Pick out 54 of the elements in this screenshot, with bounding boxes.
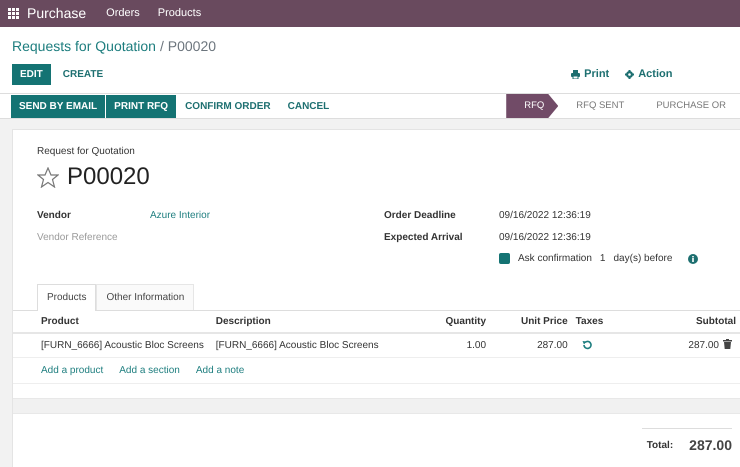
status-step[interactable]: RFQ SENT [558, 94, 638, 118]
column-header: Quantity [386, 310, 490, 332]
subtotal-value: 287.00 [688, 340, 719, 350]
header-button[interactable]: PRINT RFQ [106, 94, 176, 118]
header-button[interactable]: CONFIRM ORDER [177, 94, 279, 118]
column-header: Unit Price [490, 310, 572, 332]
column-header: Taxes [572, 310, 644, 332]
field-label: Vendor Reference [37, 230, 119, 245]
column-header: Description [212, 310, 386, 332]
vendor-link[interactable]: Azure Interior [150, 208, 210, 224]
confirmation-suffix: day(s) before [613, 252, 672, 266]
table-cell: [FURN_6666] Acoustic Bloc Screens [13, 332, 212, 357]
control-button[interactable]: EDIT [12, 64, 51, 85]
table-cell: 1.00 [386, 332, 490, 357]
table-cell: 287.00 [490, 332, 572, 357]
field-label: Vendor [37, 209, 72, 224]
confirmation-label: Ask confirmation [518, 252, 592, 266]
apps-menu-icon[interactable] [8, 8, 19, 19]
header-button[interactable]: CANCEL [280, 94, 338, 118]
column-header: Subtotal [643, 310, 740, 332]
control-button[interactable]: CREATE [54, 64, 112, 85]
action-link[interactable]: Action [625, 66, 672, 83]
tab[interactable]: Products [37, 284, 96, 310]
field-value: 09/16/2022 12:36:19 [499, 230, 591, 245]
add-line-link[interactable]: Add a section [119, 362, 180, 378]
info-icon[interactable] [688, 254, 698, 264]
field-label: Order Deadline [384, 209, 457, 224]
tab[interactable]: Other Information [96, 284, 194, 310]
menu-item[interactable]: Products [158, 5, 202, 22]
status-step[interactable]: RFQ [506, 94, 558, 118]
breadcrumb-link[interactable]: Requests for Quotation [12, 36, 156, 57]
field-label: Expected Arrival [384, 230, 464, 245]
print-link[interactable]: Print [571, 66, 610, 83]
status-step[interactable]: PURCHASE OR [638, 94, 740, 118]
checkbox[interactable] [499, 253, 510, 264]
field-value: 09/16/2022 12:36:19 [499, 209, 591, 224]
star-icon[interactable] [37, 166, 59, 188]
breadcrumb-current: / P00020 [160, 37, 216, 56]
total-value: 287.00 [689, 436, 732, 454]
document-subtitle: Request for Quotation [37, 145, 136, 159]
document-title: P00020 [67, 162, 150, 192]
table-cell: [FURN_6666] Acoustic Bloc Screens [212, 332, 386, 357]
printer-icon [571, 70, 580, 79]
trash-icon[interactable] [723, 338, 732, 348]
reset-icon[interactable] [582, 340, 592, 350]
header-button[interactable]: SEND BY EMAIL [11, 94, 106, 118]
total-label: Total: [646, 438, 674, 452]
menu-item[interactable]: Orders [106, 5, 140, 22]
days-field[interactable]: 1 [600, 251, 606, 266]
column-header: Product [13, 310, 212, 332]
gear-icon [625, 70, 634, 79]
add-line-link[interactable]: Add a product [41, 362, 104, 378]
add-line-link[interactable]: Add a note [196, 362, 244, 378]
app-name[interactable]: Purchase [27, 3, 86, 24]
